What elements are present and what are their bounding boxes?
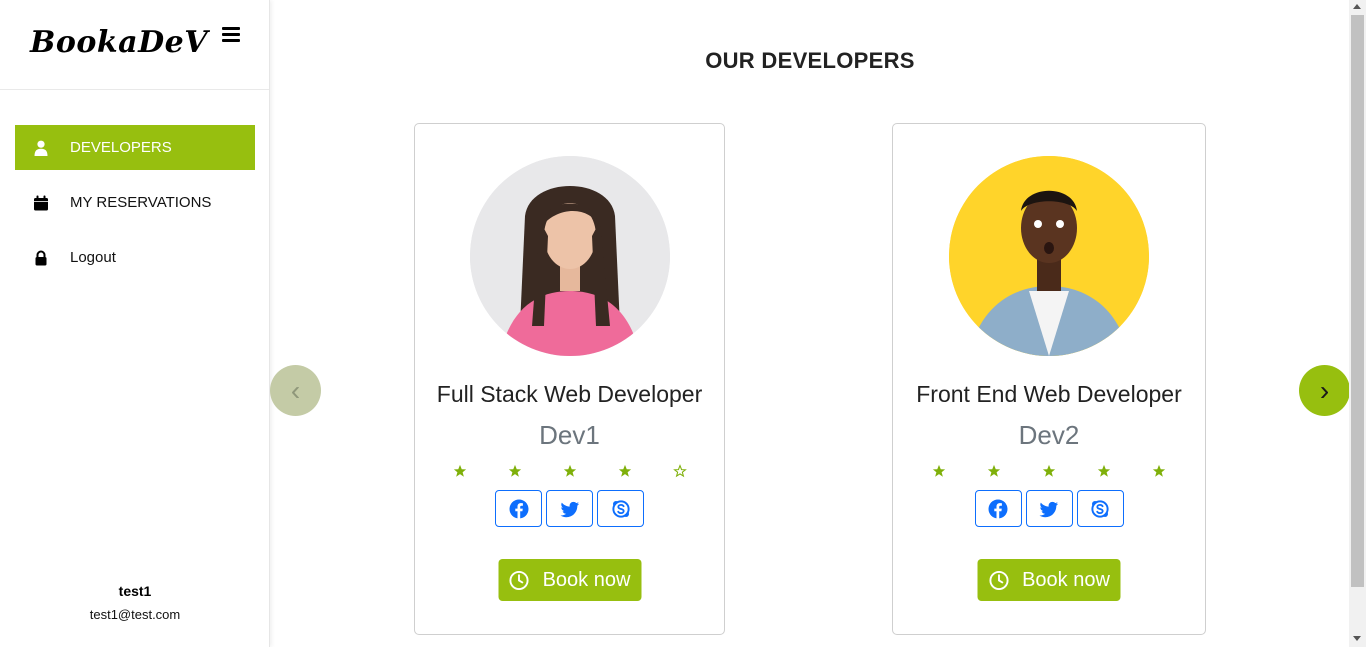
sidebar-nav: DEVELOPERS MY RESERVATIONS Logout bbox=[15, 125, 255, 290]
social-links bbox=[415, 490, 724, 527]
star-filled-icon bbox=[563, 464, 576, 477]
brand-row: BookaDeV bbox=[0, 0, 269, 90]
skype-icon bbox=[1091, 499, 1109, 518]
social-links bbox=[893, 490, 1205, 527]
twitter-icon bbox=[560, 501, 579, 517]
skype-button[interactable] bbox=[597, 490, 644, 527]
sidebar-item-label: MY RESERVATIONS bbox=[70, 194, 212, 211]
developer-card[interactable]: Front End Web Developer Dev2 Book now bbox=[892, 123, 1206, 635]
developer-name: Dev2 bbox=[1018, 420, 1080, 450]
sidebar-item-label: Logout bbox=[70, 249, 116, 266]
scrollbar-thumb[interactable] bbox=[1351, 15, 1364, 587]
page-title: OUR DEVELOPERS bbox=[705, 48, 915, 73]
twitter-button[interactable] bbox=[1025, 490, 1073, 527]
sidebar-item-logout[interactable]: Logout bbox=[15, 235, 255, 280]
developer-avatar bbox=[470, 156, 670, 356]
sidebar: BookaDeV DEVELOPERS MY RESERVATIONS Logo… bbox=[0, 0, 270, 647]
facebook-icon bbox=[988, 499, 1008, 518]
sidebar-item-label: DEVELOPERS bbox=[70, 139, 172, 156]
calendar-icon bbox=[32, 194, 50, 212]
twitter-button[interactable] bbox=[546, 490, 593, 527]
clock-icon bbox=[509, 570, 529, 590]
developer-avatar bbox=[949, 156, 1149, 356]
facebook-button[interactable] bbox=[495, 490, 542, 527]
skype-icon bbox=[611, 499, 630, 518]
lock-icon bbox=[32, 249, 50, 267]
scroll-up-arrow-icon[interactable] bbox=[1353, 4, 1361, 9]
rating-stars bbox=[893, 464, 1205, 478]
user-name: test1 bbox=[118, 583, 152, 599]
star-filled-icon bbox=[932, 464, 946, 477]
book-now-button[interactable]: Book now bbox=[498, 559, 641, 601]
developer-card[interactable]: Full Stack Web Developer Dev1 Book now bbox=[414, 123, 725, 635]
sidebar-item-developers[interactable]: DEVELOPERS bbox=[15, 125, 255, 170]
user-email: test1@test.com bbox=[89, 607, 181, 622]
star-filled-icon bbox=[987, 464, 1001, 477]
rating-stars bbox=[415, 464, 724, 478]
clock-icon bbox=[989, 570, 1009, 590]
star-filled-icon bbox=[1097, 464, 1111, 477]
twitter-icon bbox=[1039, 501, 1058, 517]
user-info: test1 test1@test.com bbox=[0, 583, 270, 622]
sidebar-item-my-reservations[interactable]: MY RESERVATIONS bbox=[15, 180, 255, 225]
book-now-button[interactable]: Book now bbox=[977, 559, 1121, 601]
star-empty-icon bbox=[672, 464, 687, 478]
star-filled-icon bbox=[1152, 464, 1166, 477]
vertical-scrollbar[interactable] bbox=[1349, 0, 1366, 647]
scroll-down-arrow-icon[interactable] bbox=[1353, 636, 1361, 641]
book-now-label: Book now bbox=[1022, 568, 1110, 591]
developer-role: Full Stack Web Developer bbox=[436, 381, 703, 407]
developer-name: Dev1 bbox=[539, 420, 600, 450]
facebook-button[interactable] bbox=[974, 490, 1022, 527]
carousel-next-button[interactable]: › bbox=[1299, 365, 1350, 416]
carousel-prev-button[interactable]: ‹ bbox=[270, 365, 321, 416]
star-filled-icon bbox=[618, 464, 631, 477]
hamburger-menu-icon[interactable] bbox=[222, 27, 240, 43]
main-content: OUR DEVELOPERS ‹ Full Stack Web Develope… bbox=[270, 0, 1350, 647]
logo[interactable]: BookaDeV bbox=[30, 25, 208, 60]
star-filled-icon bbox=[453, 464, 466, 477]
book-now-label: Book now bbox=[542, 568, 631, 591]
user-icon bbox=[32, 139, 50, 157]
star-filled-icon bbox=[1042, 464, 1056, 477]
developer-role: Front End Web Developer bbox=[916, 381, 1182, 407]
facebook-icon bbox=[509, 499, 528, 518]
star-filled-icon bbox=[508, 464, 521, 477]
skype-button[interactable] bbox=[1076, 490, 1124, 527]
